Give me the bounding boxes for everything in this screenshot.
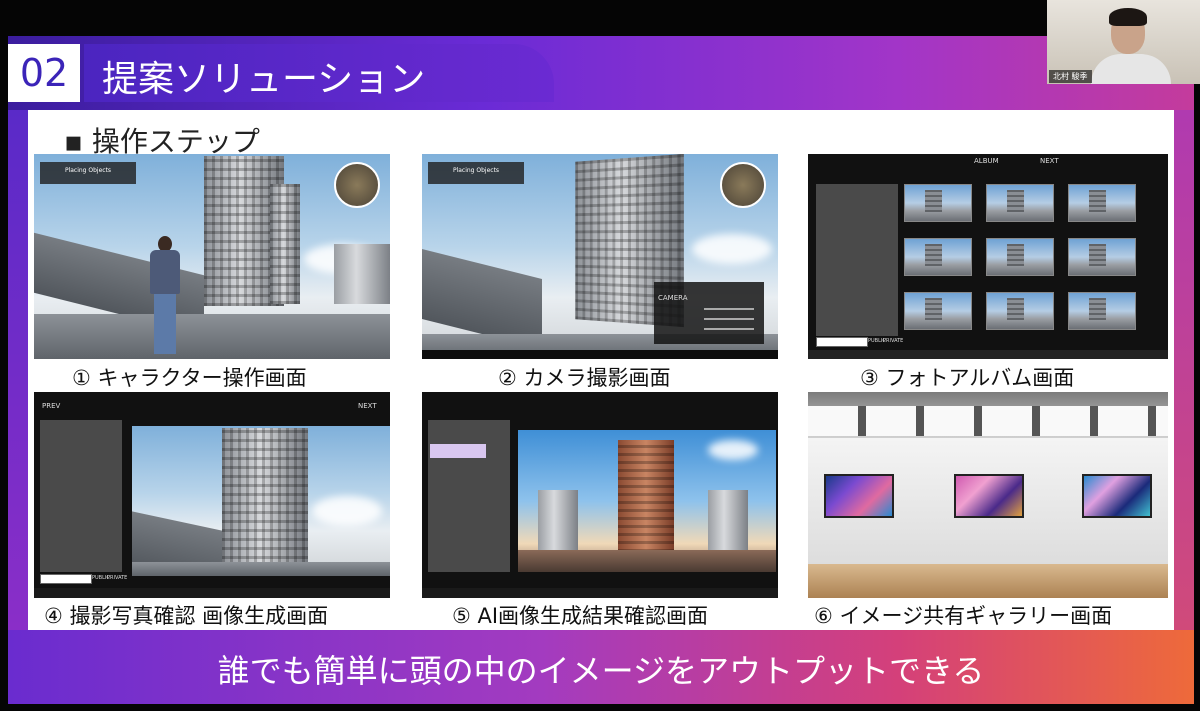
album-thumbnail[interactable] [904, 238, 972, 276]
step5-screenshot [422, 392, 778, 598]
hud-label-box-2: Placing Objects [428, 162, 524, 184]
album-thumbnail[interactable] [986, 184, 1054, 222]
compass-minimap[interactable] [720, 162, 766, 208]
section-title: 提案ソリューション [102, 59, 426, 100]
gallery-painting[interactable] [954, 474, 1024, 518]
webcam-video: 北村 駿季 [1047, 0, 1200, 84]
step3-caption: ③ フォトアルバム画面 [860, 366, 1075, 390]
step6-screenshot [808, 392, 1168, 598]
album-thumbnail[interactable] [904, 292, 972, 330]
step2-caption: ② カメラ撮影画面 [498, 366, 671, 390]
hud-label: Placing Objects [64, 167, 112, 174]
gallery-painting[interactable] [824, 474, 894, 518]
section-number: 02 [8, 44, 80, 102]
prev-button[interactable]: PREV [42, 402, 60, 410]
album-thumbnail[interactable] [1068, 238, 1136, 276]
album-thumbnail[interactable] [1068, 184, 1136, 222]
album-thumbnail[interactable] [904, 184, 972, 222]
step1-screenshot: Placing Objects [34, 154, 390, 359]
photo-info-panel [40, 420, 122, 572]
album-title: ALBUM [974, 157, 999, 165]
footer-text: 誰でも簡単に頭の中のイメージをアウトプットできる [217, 652, 985, 690]
ai-generated-image [518, 430, 776, 572]
album-thumbnail[interactable] [1068, 292, 1136, 330]
screen: 02 提案ソリューション ▪ 操作ステップ Placing Objects ① … [0, 0, 1200, 711]
step6-caption: ⑥ イメージ共有ギャラリー画面 [814, 604, 1113, 628]
album-preview-panel [816, 184, 898, 336]
camera-settings-panel[interactable]: CAMERA [654, 282, 764, 344]
participant-name: 北村 駿季 [1049, 70, 1092, 83]
gallery-painting[interactable] [1082, 474, 1152, 518]
album-thumbnail[interactable] [986, 238, 1054, 276]
step1-caption: ① キャラクター操作画面 [72, 366, 307, 390]
presentation-slide: 02 提案ソリューション ▪ 操作ステップ Placing Objects ① … [8, 36, 1194, 704]
step4-screenshot: PREV NEXT PUBLIC PRIVATE [34, 392, 390, 598]
hud-label-box: Placing Objects [40, 162, 136, 184]
step2-screenshot: Placing Objects CAMERA [422, 154, 778, 359]
album-thumbnail[interactable] [986, 292, 1054, 330]
step5-caption: ⑤ AI画像生成結果確認画面 [452, 604, 709, 628]
captured-photo [132, 426, 390, 576]
step4-caption: ④ 撮影写真確認 画像生成画面 [44, 604, 329, 628]
album-next-button[interactable]: NEXT [1040, 157, 1059, 165]
step3-screenshot: ALBUM NEXT PUBLIC PRIVATE [808, 154, 1168, 359]
next-button[interactable]: NEXT [358, 402, 377, 410]
prompt-panel [428, 420, 510, 572]
compass-minimap[interactable] [334, 162, 380, 208]
camera-panel-label: CAMERA [658, 294, 688, 302]
